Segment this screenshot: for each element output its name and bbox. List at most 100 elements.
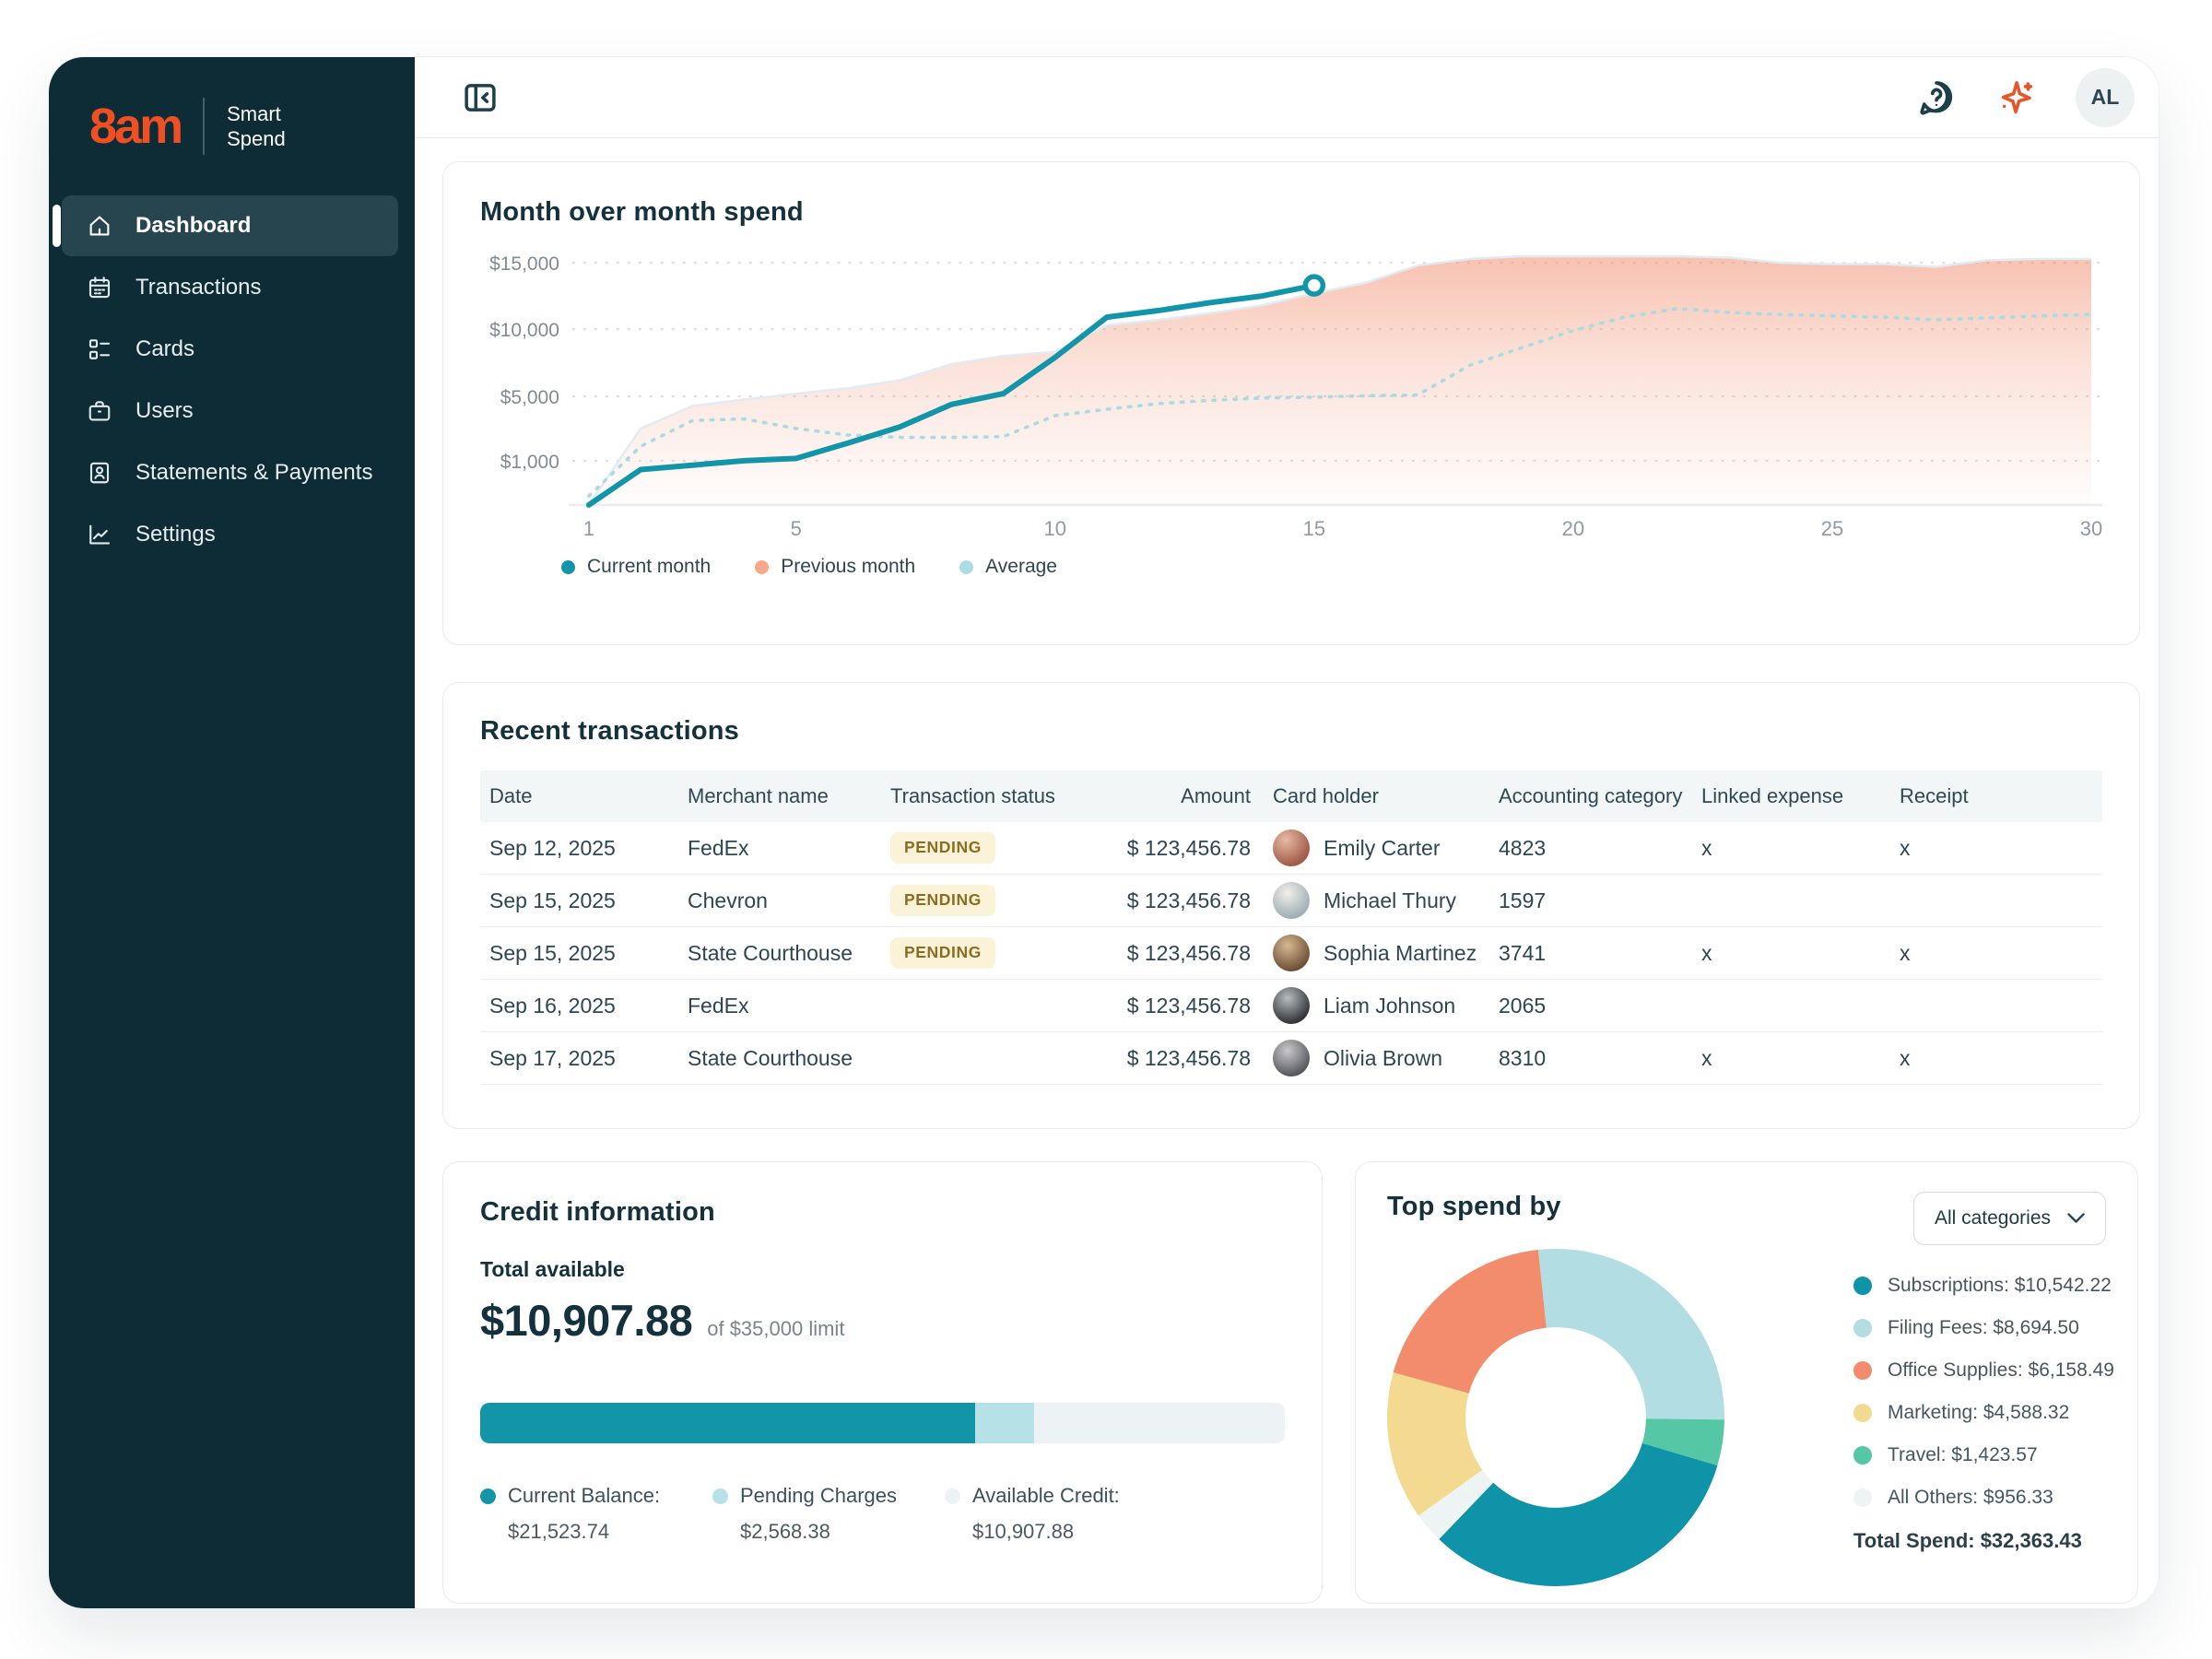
cell-card-holder: Emily Carter (1264, 830, 1489, 866)
transactions-table: DateMerchant nameTransaction statusAmoun… (480, 771, 2102, 1085)
spend-legend-item-travel: Travel: $1,423.57 (1853, 1444, 2114, 1466)
chevron-down-icon (2067, 1213, 2085, 1224)
cell-date: Sep 12, 2025 (480, 836, 678, 861)
cell-amount: $ 123,456.78 (1061, 888, 1264, 913)
sidebar-item-label: Cards (135, 336, 194, 362)
donut-legend: Subscriptions: $10,542.22Filing Fees: $8… (1853, 1275, 2114, 1553)
total-available-label: Total available (480, 1257, 1285, 1282)
cell-receipt: x (1890, 836, 2102, 861)
sidebar: 8am Smart Spend DashboardTransactionsCar… (49, 57, 415, 1608)
sidebar-item-label: Statements & Payments (135, 460, 372, 486)
spend-legend-item-marketing: Marketing: $4,588.32 (1853, 1402, 2114, 1424)
credit-legend-value: $2,568.38 (740, 1520, 945, 1544)
sidebar-item-label: Users (135, 398, 194, 424)
sidebar-item-users[interactable]: Users (62, 381, 398, 441)
card-holder-name: Olivia Brown (1324, 1046, 1442, 1071)
cell-merchant: State Courthouse (678, 941, 881, 966)
sidebar-item-label: Transactions (135, 275, 262, 300)
sidebar-item-transactions[interactable]: Transactions (62, 257, 398, 318)
sidebar-collapse-button[interactable] (461, 78, 500, 117)
legend-dot (561, 560, 575, 574)
cell-date: Sep 17, 2025 (480, 1046, 678, 1071)
avatar (1273, 830, 1310, 866)
legend-item-average: Average (959, 556, 1057, 578)
id-badge-icon (86, 459, 113, 487)
column-header-transaction-status: Transaction status (881, 784, 1061, 808)
sparkle-icon (1994, 76, 2037, 119)
help-button[interactable] (1915, 76, 1958, 119)
cell-receipt: x (1890, 1046, 2102, 1071)
cell-merchant: State Courthouse (678, 1046, 881, 1071)
sidebar-collapse-icon (461, 78, 500, 117)
spend-legend-item-subscriptions: Subscriptions: $10,542.22 (1853, 1275, 2114, 1297)
month-spend-card: Month over month spend $15,000$10,000$5,… (442, 161, 2140, 645)
table-row[interactable]: Sep 12, 2025FedExPENDING$ 123,456.78Emil… (480, 822, 2102, 875)
cell-accounting-category: 3741 (1489, 941, 1692, 966)
table-row[interactable]: Sep 15, 2025ChevronPENDING$ 123,456.78Mi… (480, 875, 2102, 927)
spend-legend-label: All Others: $956.33 (1888, 1487, 2053, 1509)
sidebar-item-statements-payments[interactable]: Statements & Payments (62, 442, 398, 503)
cell-amount: $ 123,456.78 (1061, 1046, 1264, 1071)
column-header-amount: Amount (1061, 784, 1264, 808)
svg-text:15: 15 (1303, 517, 1325, 538)
briefcase-icon (86, 397, 113, 425)
svg-text:$10,000: $10,000 (489, 320, 559, 341)
cell-accounting-category: 2065 (1489, 994, 1692, 1018)
column-header-date: Date (480, 784, 678, 808)
svg-text:5: 5 (791, 517, 802, 538)
progress-segment-available-credit- (1034, 1403, 1285, 1443)
table-row[interactable]: Sep 15, 2025State CourthousePENDING$ 123… (480, 927, 2102, 980)
status-badge-pending: PENDING (890, 885, 995, 916)
spend-legend-item-all-others: All Others: $956.33 (1853, 1487, 2114, 1509)
ai-assistant-button[interactable] (1994, 76, 2037, 119)
card-holder-name: Michael Thury (1324, 888, 1456, 913)
card-holder-name: Sophia Martinez (1324, 941, 1477, 966)
cell-merchant: FedEx (678, 994, 881, 1018)
cell-amount: $ 123,456.78 (1061, 994, 1264, 1018)
transactions-table-header: DateMerchant nameTransaction statusAmoun… (480, 771, 2102, 822)
sidebar-item-dashboard[interactable]: Dashboard (62, 195, 398, 256)
legend-item-previous-month: Previous month (755, 556, 915, 578)
credit-legend-item: Current Balance:$21,523.74 (480, 1484, 712, 1544)
donut-chart (1387, 1249, 1724, 1586)
spend-legend-label: Marketing: $4,588.32 (1888, 1402, 2069, 1424)
legend-dot (1853, 1404, 1872, 1422)
spend-legend-label: Office Supplies: $6,158.49 (1888, 1359, 2114, 1382)
legend-dot (1853, 1319, 1872, 1337)
recent-transactions-title: Recent transactions (480, 716, 2102, 747)
credit-legend-item: Pending Charges$2,568.38 (712, 1484, 945, 1544)
cell-status: PENDING (881, 832, 1061, 864)
table-row[interactable]: Sep 17, 2025State Courthouse $ 123,456.78… (480, 1032, 2102, 1085)
svg-text:20: 20 (1562, 517, 1584, 538)
total-spend: Total Spend: $32,363.43 (1853, 1529, 2114, 1553)
category-filter-dropdown[interactable]: All categories (1913, 1192, 2106, 1245)
sidebar-item-cards[interactable]: Cards (62, 319, 398, 380)
card-holder-name: Liam Johnson (1324, 994, 1455, 1018)
progress-segment-pending-charges (975, 1403, 1034, 1443)
legend-dot (712, 1488, 728, 1504)
legend-item-current-month: Current month (561, 556, 711, 578)
table-row[interactable]: Sep 16, 2025FedEx$ 123,456.78Liam Johnso… (480, 980, 2102, 1032)
sidebar-item-settings[interactable]: Settings (62, 504, 398, 565)
legend-label: Previous month (781, 556, 915, 578)
avatar (1273, 987, 1310, 1024)
user-avatar[interactable]: AL (2076, 68, 2135, 127)
month-spend-title: Month over month spend (480, 197, 2102, 228)
total-available-amount: $10,907.88 (480, 1295, 692, 1346)
legend-dot (755, 560, 769, 574)
legend-dot (959, 560, 973, 574)
cell-card-holder: Sophia Martinez (1264, 935, 1489, 971)
cell-card-holder: Olivia Brown (1264, 1040, 1489, 1077)
top-spend-card: Top spend by All categories Subscription… (1355, 1161, 2138, 1604)
spend-legend-label: Subscriptions: $10,542.22 (1888, 1275, 2112, 1297)
logo-divider (203, 98, 205, 155)
transactions-table-body: Sep 12, 2025FedExPENDING$ 123,456.78Emil… (480, 822, 2102, 1085)
avatar (1273, 935, 1310, 971)
svg-text:25: 25 (1821, 517, 1843, 538)
cell-accounting-category: 4823 (1489, 836, 1692, 861)
credit-information-title: Credit information (480, 1197, 1285, 1228)
cell-status: PENDING (881, 885, 1061, 916)
cell-card-holder: Michael Thury (1264, 882, 1489, 919)
sidebar-item-label: Dashboard (135, 213, 251, 239)
logo-8am: 8am (89, 101, 181, 151)
